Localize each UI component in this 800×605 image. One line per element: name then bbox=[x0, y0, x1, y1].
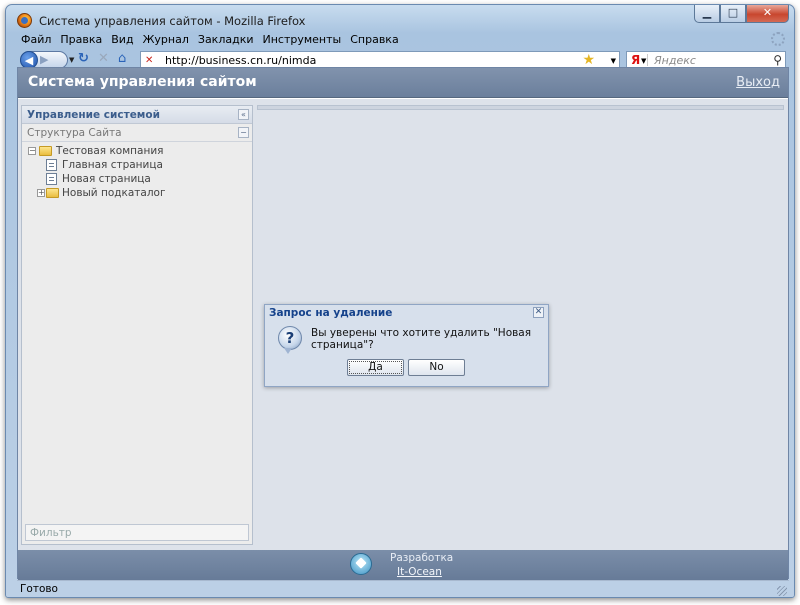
menu-bar: Файл Правка Вид Журнал Закладки Инструме… bbox=[12, 33, 788, 49]
maximize-button[interactable]: □ bbox=[720, 5, 746, 23]
menu-file[interactable]: Файл bbox=[21, 33, 51, 49]
site-favicon-icon: ✕ bbox=[145, 55, 154, 66]
main-panel-toolbar bbox=[257, 105, 784, 110]
minimize-button[interactable]: ▁ bbox=[694, 5, 720, 23]
expand-node-icon[interactable]: + bbox=[37, 189, 45, 197]
menu-tools[interactable]: Инструменты bbox=[263, 33, 342, 49]
question-icon: ? bbox=[278, 326, 302, 354]
stop-icon[interactable]: ✕ bbox=[98, 52, 109, 66]
logout-link[interactable]: Выход bbox=[736, 75, 780, 90]
folder-icon bbox=[39, 146, 52, 156]
site-structure-label: Структура Сайта bbox=[27, 127, 122, 139]
page-icon bbox=[46, 159, 57, 171]
footer-dev-label: Разработка bbox=[390, 552, 454, 564]
search-placeholder: Яндекс bbox=[654, 54, 696, 67]
window-controls: ▁ □ ✕ bbox=[694, 5, 789, 24]
menu-help[interactable]: Справка bbox=[350, 33, 398, 49]
page-icon bbox=[46, 173, 57, 185]
filter-input[interactable]: Фильтр bbox=[25, 524, 249, 541]
search-icon[interactable]: ⚲ bbox=[773, 53, 782, 67]
history-dropdown-icon[interactable]: ▼ bbox=[69, 56, 74, 64]
title-bar[interactable]: Система управления сайтом - Mozilla Fire… bbox=[6, 5, 794, 31]
sidebar-title: Управление системой bbox=[27, 109, 160, 121]
throbber-icon bbox=[771, 32, 785, 46]
home-icon[interactable]: ⌂ bbox=[118, 52, 126, 66]
filter-placeholder: Фильтр bbox=[30, 527, 72, 539]
menu-view[interactable]: Вид bbox=[111, 33, 133, 49]
tree-node-test-company[interactable]: − Тестовая компания bbox=[26, 144, 252, 158]
reload-icon[interactable]: ↻ bbox=[78, 52, 89, 66]
resize-grip-icon[interactable] bbox=[777, 586, 787, 596]
site-structure-header[interactable]: Структура Сайта − bbox=[22, 124, 252, 142]
url-dropdown-icon[interactable]: ▼ bbox=[611, 57, 616, 65]
status-bar: Готово bbox=[17, 580, 789, 597]
menu-bookmarks[interactable]: Закладки bbox=[198, 33, 254, 49]
delete-confirm-dialog: Запрос на удаление ✕ ? Вы уверены что хо… bbox=[264, 304, 549, 387]
dialog-close-icon[interactable]: ✕ bbox=[533, 307, 544, 318]
yandex-icon[interactable]: Я bbox=[631, 53, 640, 68]
bookmark-star-icon[interactable]: ★ bbox=[582, 52, 595, 68]
menu-history[interactable]: Журнал bbox=[143, 33, 189, 49]
collapse-sidebar-icon[interactable]: « bbox=[238, 109, 249, 120]
site-tree: − Тестовая компания Главная страница Нов… bbox=[22, 142, 252, 200]
app-body: Управление системой « Структура Сайта − … bbox=[18, 99, 788, 550]
sidebar-panel: Управление системой « Структура Сайта − … bbox=[21, 105, 253, 545]
window-title: Система управления сайтом - Mozilla Fire… bbox=[39, 14, 306, 28]
yes-button[interactable]: Да bbox=[347, 359, 404, 376]
folder-icon bbox=[46, 188, 59, 198]
firefox-icon bbox=[17, 13, 32, 28]
collapse-node-icon[interactable]: − bbox=[28, 147, 36, 155]
tree-node-new-subfolder[interactable]: + Новый подкаталог bbox=[26, 186, 252, 200]
dialog-title: Запрос на удаление bbox=[269, 307, 393, 319]
tree-node-home-page[interactable]: Главная страница bbox=[26, 158, 252, 172]
search-engine-dropdown-icon[interactable]: ▼ bbox=[641, 57, 646, 65]
sidebar-header: Управление системой « bbox=[22, 106, 252, 124]
tree-node-new-page[interactable]: Новая страница bbox=[26, 172, 252, 186]
dialog-message: Вы уверены что хотите удалить "Новая стр… bbox=[311, 327, 532, 351]
forward-button[interactable]: ▶ bbox=[40, 53, 48, 66]
app-title: Система управления сайтом bbox=[28, 74, 257, 90]
status-text: Готово bbox=[20, 583, 58, 595]
page-content: Система управления сайтом Выход Управлен… bbox=[17, 67, 789, 580]
browser-window: Система управления сайтом - Mozilla Fire… bbox=[5, 4, 795, 598]
menu-edit[interactable]: Правка bbox=[60, 33, 102, 49]
it-ocean-logo-icon bbox=[350, 553, 372, 575]
dialog-header[interactable]: Запрос на удаление ✕ bbox=[265, 305, 548, 321]
minimize-section-icon[interactable]: − bbox=[238, 127, 249, 138]
close-window-button[interactable]: ✕ bbox=[746, 5, 789, 23]
app-footer: Разработка It-Ocean bbox=[18, 550, 788, 580]
no-button[interactable]: No bbox=[408, 359, 465, 376]
app-header: Система управления сайтом Выход bbox=[18, 68, 788, 98]
it-ocean-link[interactable]: It-Ocean bbox=[397, 566, 442, 578]
url-text[interactable]: http://business.cn.ru/nimda bbox=[165, 54, 316, 67]
